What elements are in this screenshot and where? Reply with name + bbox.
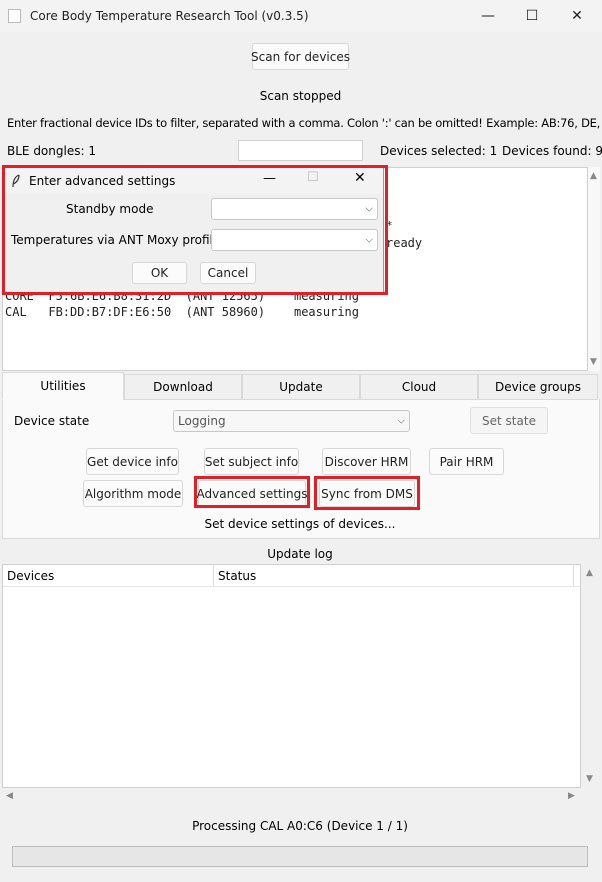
tab-cloud[interactable]: Cloud: [360, 374, 478, 400]
device-state-select[interactable]: Logging ⌵: [173, 410, 410, 432]
utilities-status: Set device settings of devices...: [204, 517, 396, 531]
update-log-table[interactable]: Devices Status: [2, 564, 581, 788]
tab-utilities[interactable]: Utilities: [2, 372, 124, 400]
update-log-title: Update log: [267, 547, 333, 561]
scan-status: Scan stopped: [259, 89, 342, 103]
scroll-left-icon[interactable]: ◀: [6, 791, 13, 801]
update-log-header: Devices Status: [3, 565, 580, 587]
scan-for-devices-button[interactable]: Scan for devices: [251, 43, 350, 70]
app-icon: [8, 9, 21, 23]
close-icon[interactable]: ✕: [555, 0, 599, 32]
device-list-fragment: ready: [386, 236, 423, 250]
scroll-up-icon[interactable]: ▲: [590, 171, 597, 181]
progress-bar: [12, 846, 588, 867]
update-log-vscrollbar[interactable]: ▲ ▼: [583, 564, 598, 788]
scroll-down-icon[interactable]: ▼: [586, 774, 593, 784]
update-log-hscrollbar[interactable]: ◀ ▶: [2, 788, 581, 805]
title-bar: Core Body Temperature Research Tool (v0.…: [0, 0, 602, 32]
maximize-icon[interactable]: ☐: [510, 0, 554, 32]
device-state-label: Device state: [14, 414, 90, 428]
ble-dongles-count: BLE dongles: 1: [7, 144, 96, 158]
tab-update[interactable]: Update: [242, 374, 360, 400]
get-device-info-button[interactable]: Get device info: [86, 448, 179, 475]
set-state-button[interactable]: Set state: [470, 407, 548, 434]
processing-status: Processing CAL A0:C6 (Device 1 / 1): [192, 819, 408, 833]
filter-hint: Enter fractional device IDs to filter, s…: [7, 116, 602, 130]
devices-found-count: Devices found: 9: [502, 144, 602, 158]
device-list-scrollbar[interactable]: ▲ ▼: [588, 167, 600, 371]
device-state-value: Logging: [178, 414, 226, 428]
tab-download[interactable]: Download: [124, 374, 242, 400]
column-status[interactable]: Status: [218, 569, 256, 583]
scroll-right-icon[interactable]: ▶: [568, 791, 575, 801]
column-divider[interactable]: [213, 565, 214, 587]
highlight-dialog: [2, 165, 388, 295]
device-row[interactable]: CAL FB:DD:B7:DF:E6:50 (ANT 58960) measur…: [5, 305, 359, 319]
set-subject-info-button[interactable]: Set subject info: [204, 448, 299, 475]
chevron-down-icon: ⌵: [397, 415, 405, 427]
discover-hrm-button[interactable]: Discover HRM: [322, 448, 411, 475]
highlight-advanced-settings: [194, 476, 310, 508]
minimize-icon[interactable]: —: [466, 0, 510, 32]
devices-selected-count: Devices selected: 1: [380, 144, 498, 158]
scroll-down-icon[interactable]: ▼: [590, 357, 597, 367]
device-filter-input[interactable]: [238, 140, 363, 161]
column-devices[interactable]: Devices: [7, 569, 54, 583]
window-title: Core Body Temperature Research Tool (v0.…: [30, 9, 309, 23]
algorithm-mode-button[interactable]: Algorithm mode: [83, 480, 183, 507]
scroll-up-icon[interactable]: ▲: [586, 568, 593, 578]
tab-device-groups[interactable]: Device groups: [478, 374, 598, 400]
highlight-sync-from-dms: [314, 476, 420, 510]
column-divider[interactable]: [573, 565, 574, 587]
pair-hrm-button[interactable]: Pair HRM: [429, 448, 504, 475]
